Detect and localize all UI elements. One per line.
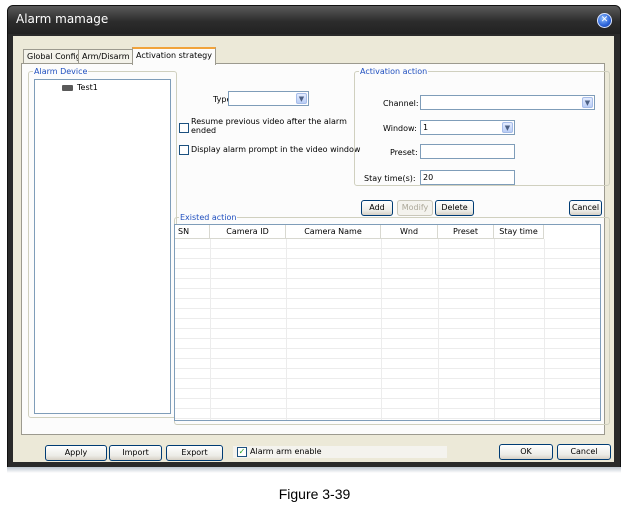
table-row[interactable]: [175, 399, 600, 409]
table-row[interactable]: [175, 309, 600, 319]
display-prompt-checkbox[interactable]: [179, 145, 189, 155]
window-value: 1: [423, 123, 429, 132]
column-header-camera-name[interactable]: Camera Name: [286, 225, 381, 239]
device-icon: [62, 85, 73, 91]
table-row[interactable]: [175, 369, 600, 379]
activation-action-legend: Activation action: [360, 67, 428, 76]
table-row[interactable]: [175, 349, 600, 359]
stay-time-input[interactable]: 20: [420, 170, 515, 185]
tree-item-label: Test1: [77, 83, 98, 92]
cancel-button[interactable]: Cancel: [557, 444, 611, 460]
table-row[interactable]: [175, 239, 600, 249]
existed-action-table[interactable]: SN Camera ID Camera Name Wnd Preset Stay…: [174, 224, 601, 421]
tab-activation-strategy[interactable]: Activation strategy: [132, 47, 216, 65]
activation-strategy-panel: Alarm Device Test1 Type: ▼ Resume previo…: [21, 63, 610, 435]
table-row[interactable]: [175, 279, 600, 289]
window-label: Window:: [383, 124, 417, 133]
table-row[interactable]: [175, 359, 600, 369]
title-bar[interactable]: Alarm mamage ✕: [8, 6, 620, 34]
close-icon[interactable]: ✕: [597, 13, 612, 28]
tab-arm-disarm[interactable]: Arm/Disarm: [78, 49, 134, 64]
alarm-arm-enable-checkbox[interactable]: ✓: [237, 447, 247, 457]
resume-video-label: Resume previous video after the alarm en…: [191, 117, 347, 135]
table-row[interactable]: [175, 379, 600, 389]
column-header-sn[interactable]: SN: [175, 225, 210, 239]
resume-video-label-line2: ended: [191, 126, 217, 135]
table-row[interactable]: [175, 269, 600, 279]
column-header-preset[interactable]: Preset: [438, 225, 494, 239]
alarm-arm-enable-label: Alarm arm enable: [250, 447, 322, 456]
alarm-manage-window: Alarm mamage ✕ Global Config Arm/Disarm …: [7, 5, 621, 469]
table-row[interactable]: [175, 409, 600, 419]
preset-input[interactable]: [420, 144, 515, 159]
alarm-device-legend: Alarm Device: [34, 67, 88, 76]
resume-video-label-line1: Resume previous video after the alarm: [191, 117, 347, 126]
table-row[interactable]: [175, 339, 600, 349]
type-select[interactable]: ▼: [228, 91, 309, 106]
export-button[interactable]: Export: [166, 445, 223, 461]
stay-time-label: Stay time(s):: [364, 174, 416, 183]
window-title: Alarm mamage: [16, 12, 109, 26]
figure-caption: Figure 3-39: [278, 486, 351, 502]
window-client-area: Global Config Arm/Disarm Activation stra…: [13, 36, 614, 462]
table-row[interactable]: [175, 389, 600, 399]
stay-time-value: 20: [423, 173, 434, 182]
channel-select[interactable]: ▼: [420, 95, 595, 110]
ok-button[interactable]: OK: [499, 444, 553, 460]
chevron-down-icon[interactable]: ▼: [582, 97, 593, 108]
resume-video-checkbox[interactable]: [179, 123, 189, 133]
existed-action-legend: Existed action: [180, 213, 237, 222]
chevron-down-icon[interactable]: ▼: [296, 93, 307, 104]
table-header: SN Camera ID Camera Name Wnd Preset Stay…: [175, 225, 600, 239]
table-row[interactable]: [175, 259, 600, 269]
chevron-down-icon[interactable]: ▼: [502, 122, 513, 133]
window-select[interactable]: 1 ▼: [420, 120, 515, 135]
window-shadow: [7, 467, 621, 473]
column-header-stay-time[interactable]: Stay time: [494, 225, 544, 239]
display-prompt-label: Display alarm prompt in the video window: [191, 145, 361, 154]
apply-button[interactable]: Apply: [45, 445, 107, 461]
column-header-camera-id[interactable]: Camera ID: [210, 225, 286, 239]
table-row[interactable]: [175, 289, 600, 299]
table-row[interactable]: [175, 299, 600, 309]
channel-label: Channel:: [383, 99, 419, 108]
alarm-device-tree[interactable]: Test1: [34, 79, 171, 414]
tab-global-config[interactable]: Global Config: [23, 49, 85, 64]
table-row[interactable]: [175, 319, 600, 329]
tree-item-test1[interactable]: Test1: [62, 83, 122, 94]
import-button[interactable]: Import: [109, 445, 162, 461]
column-header-wnd[interactable]: Wnd: [381, 225, 438, 239]
table-row[interactable]: [175, 329, 600, 339]
table-row[interactable]: [175, 249, 600, 259]
preset-label: Preset:: [390, 148, 418, 157]
